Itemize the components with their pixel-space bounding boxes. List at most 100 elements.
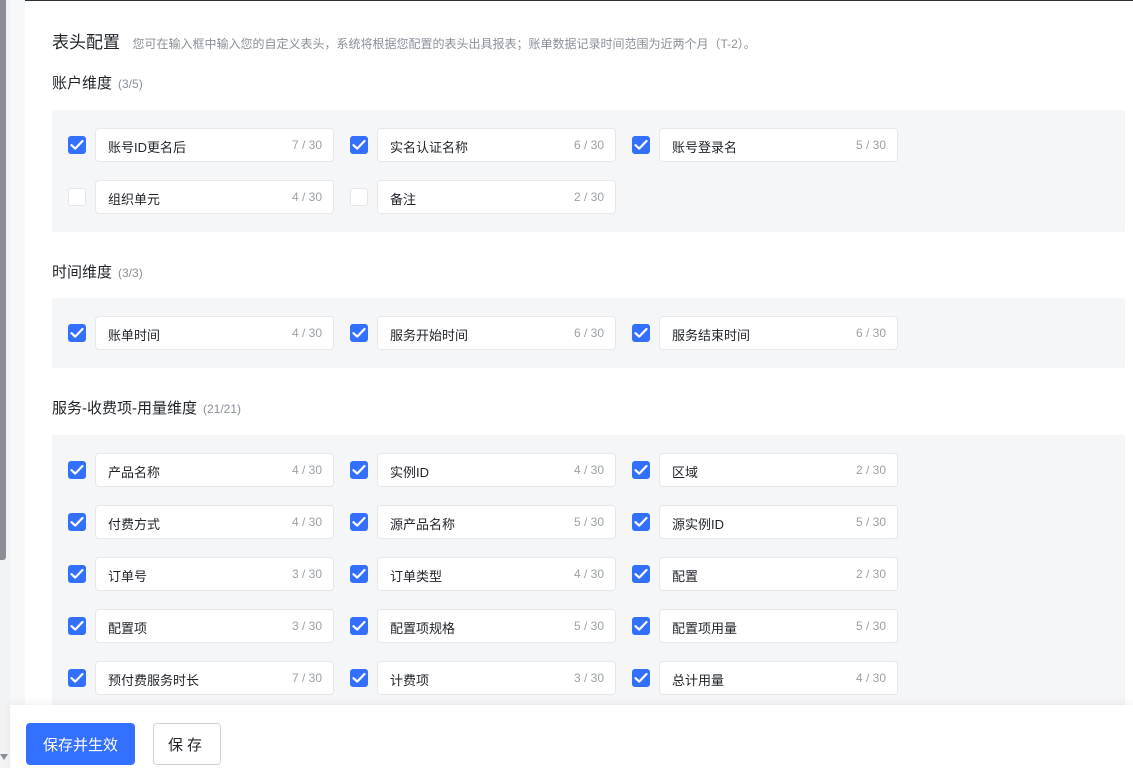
field-name-value: 组织单元 — [108, 192, 161, 207]
left-scrollbar[interactable] — [0, 0, 6, 560]
field-name-input[interactable]: 源实例ID 5 / 30 — [659, 505, 898, 539]
field-name-input[interactable]: 配置 2 / 30 — [659, 557, 898, 591]
field-name-input[interactable]: 计费项 3 / 30 — [377, 661, 616, 695]
header-field-item: 实名认证名称 6 / 30 — [334, 128, 616, 162]
char-counter: 5 / 30 — [855, 138, 886, 152]
checkmark-icon — [352, 139, 366, 150]
field-name-value: 订单号 — [108, 569, 148, 584]
section-count: (3/3) — [118, 266, 143, 280]
field-checkbox[interactable] — [68, 513, 86, 531]
group-account: 账号ID更名后 7 / 30 实名认证名称 6 / 30 账号登录名 5 / 30 组织单元… — [52, 110, 1125, 232]
field-name-input[interactable]: 配置项规格 5 / 30 — [377, 609, 616, 643]
field-checkbox[interactable] — [68, 188, 86, 206]
field-checkbox[interactable] — [350, 617, 368, 635]
checkmark-icon — [634, 516, 648, 527]
header-field-item: 订单号 3 / 30 — [52, 557, 334, 591]
field-checkbox[interactable] — [632, 136, 650, 154]
field-checkbox[interactable] — [68, 461, 86, 479]
field-name-input[interactable]: 预付费服务时长 7 / 30 — [95, 661, 334, 695]
field-checkbox[interactable] — [68, 136, 86, 154]
field-name-value: 备注 — [390, 192, 417, 207]
field-name-input[interactable]: 区域 2 / 30 — [659, 453, 898, 487]
checkmark-icon — [70, 139, 84, 150]
field-name-input[interactable]: 订单号 3 / 30 — [95, 557, 334, 591]
field-checkbox[interactable] — [632, 669, 650, 687]
field-name-input[interactable]: 服务结束时间 6 / 30 — [659, 316, 898, 350]
field-name-input[interactable]: 账号登录名 5 / 30 — [659, 128, 898, 162]
field-name-input[interactable]: 付费方式 4 / 30 — [95, 505, 334, 539]
header-field-item: 账号ID更名后 7 / 30 — [52, 128, 334, 162]
field-name-input[interactable]: 组织单元 4 / 30 — [95, 180, 334, 214]
scroll-down-arrow-icon[interactable] — [0, 754, 8, 760]
header-field-item: 账单时间 4 / 30 — [52, 316, 334, 350]
char-counter: 4 / 30 — [291, 463, 322, 477]
header-field-item: 配置项用量 5 / 30 — [616, 609, 898, 643]
header-field-item: 实例ID 4 / 30 — [334, 453, 616, 487]
field-checkbox[interactable] — [350, 669, 368, 687]
field-checkbox[interactable] — [350, 461, 368, 479]
field-checkbox[interactable] — [350, 324, 368, 342]
header-field-item: 配置项 3 / 30 — [52, 609, 334, 643]
checkmark-icon — [70, 327, 84, 338]
field-checkbox[interactable] — [350, 136, 368, 154]
field-checkbox[interactable] — [68, 324, 86, 342]
checkmark-icon — [634, 327, 648, 338]
section-title-service: 服务-收费项-用量维度 (21/21) — [52, 397, 241, 418]
group-time: 账单时间 4 / 30 服务开始时间 6 / 30 服务结束时间 6 / 30 — [52, 298, 1125, 368]
field-checkbox[interactable] — [632, 565, 650, 583]
char-counter: 4 / 30 — [573, 463, 604, 477]
field-name-input[interactable]: 产品名称 4 / 30 — [95, 453, 334, 487]
field-checkbox[interactable] — [632, 617, 650, 635]
field-name-input[interactable]: 账号ID更名后 7 / 30 — [95, 128, 334, 162]
field-name-input[interactable]: 备注 2 / 30 — [377, 180, 616, 214]
char-counter: 2 / 30 — [855, 463, 886, 477]
field-checkbox[interactable] — [68, 565, 86, 583]
char-counter: 7 / 30 — [291, 671, 322, 685]
field-name-input[interactable]: 配置项用量 5 / 30 — [659, 609, 898, 643]
char-counter: 4 / 30 — [291, 515, 322, 529]
section-count: (21/21) — [203, 402, 242, 416]
field-checkbox[interactable] — [350, 565, 368, 583]
char-counter: 3 / 30 — [573, 671, 604, 685]
field-name-value: 配置项用量 — [672, 621, 738, 636]
field-name-value: 计费项 — [390, 673, 430, 688]
field-name-input[interactable]: 账单时间 4 / 30 — [95, 316, 334, 350]
field-name-value: 配置项规格 — [390, 621, 456, 636]
field-name-value: 产品名称 — [108, 465, 161, 480]
page-title: 表头配置 — [52, 33, 120, 52]
field-name-value: 实名认证名称 — [390, 140, 469, 155]
char-counter: 7 / 30 — [291, 138, 322, 152]
save-and-apply-button[interactable]: 保存并生效 — [26, 723, 135, 765]
checkmark-icon — [70, 516, 84, 527]
field-checkbox[interactable] — [632, 461, 650, 479]
char-counter: 6 / 30 — [573, 138, 604, 152]
field-name-input[interactable]: 服务开始时间 6 / 30 — [377, 316, 616, 350]
field-name-input[interactable]: 实例ID 4 / 30 — [377, 453, 616, 487]
field-name-input[interactable]: 源产品名称 5 / 30 — [377, 505, 616, 539]
header-field-item: 服务结束时间 6 / 30 — [616, 316, 898, 350]
checkmark-icon — [634, 672, 648, 683]
field-name-input[interactable]: 订单类型 4 / 30 — [377, 557, 616, 591]
config-content: 表头配置 您可在输入框中输入您的自定义表头，系统将根据您配置的表头出具报表；账单… — [25, 0, 1133, 705]
field-checkbox[interactable] — [68, 617, 86, 635]
field-name-input[interactable]: 实名认证名称 6 / 30 — [377, 128, 616, 162]
field-checkbox[interactable] — [632, 324, 650, 342]
field-name-value: 服务开始时间 — [390, 328, 469, 343]
footer-bar: 保存并生效 保存 — [10, 705, 1133, 768]
save-button[interactable]: 保存 — [153, 723, 221, 765]
field-checkbox[interactable] — [632, 513, 650, 531]
field-name-input[interactable]: 配置项 3 / 30 — [95, 609, 334, 643]
header-field-item: 订单类型 4 / 30 — [334, 557, 616, 591]
char-counter: 5 / 30 — [855, 619, 886, 633]
field-checkbox[interactable] — [68, 669, 86, 687]
header-field-item: 预付费服务时长 7 / 30 — [52, 661, 334, 695]
header-field-item: 源实例ID 5 / 30 — [616, 505, 898, 539]
char-counter: 4 / 30 — [291, 190, 322, 204]
page-header: 表头配置 您可在输入框中输入您的自定义表头，系统将根据您配置的表头出具报表；账单… — [52, 28, 756, 53]
char-counter: 4 / 30 — [573, 567, 604, 581]
checkmark-icon — [70, 568, 84, 579]
field-checkbox[interactable] — [350, 513, 368, 531]
char-counter: 3 / 30 — [291, 619, 322, 633]
field-checkbox[interactable] — [350, 188, 368, 206]
field-name-input[interactable]: 总计用量 4 / 30 — [659, 661, 898, 695]
